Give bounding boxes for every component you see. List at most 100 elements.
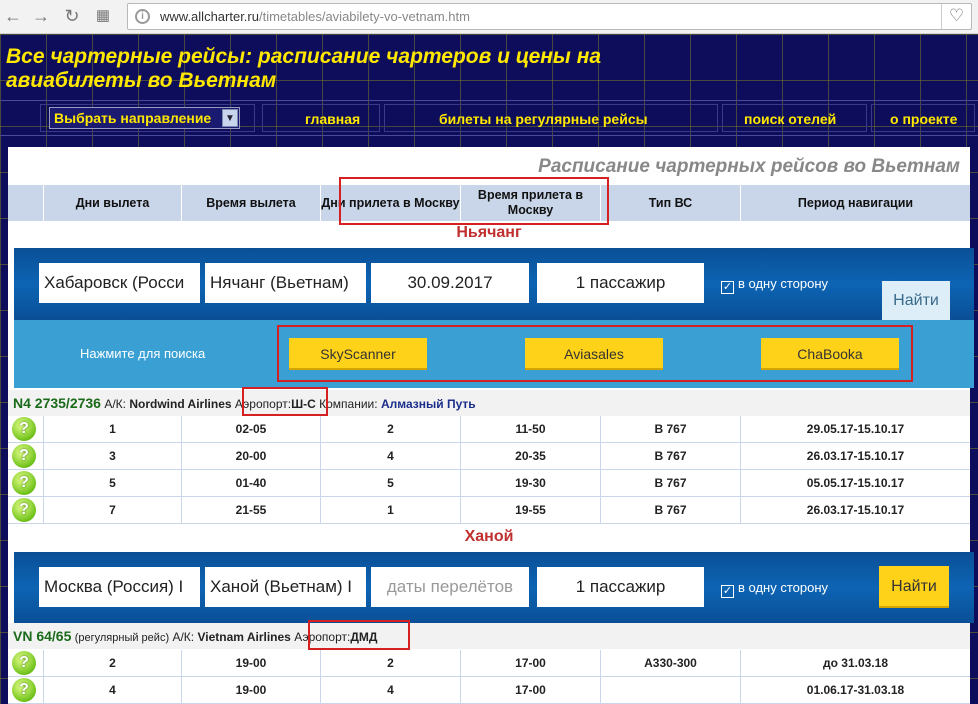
cell-aircraft: A330-300 — [601, 650, 741, 676]
header-aircraft-type: Тип ВС — [601, 185, 741, 221]
cell-period: 05.05.17-15.10.17 — [806, 476, 905, 490]
flight-number: VN 64/65 — [13, 628, 72, 644]
one-way-checkbox[interactable]: ✓ в одну сторону — [721, 276, 828, 294]
url-host: www.allcharter.ru — [160, 9, 259, 24]
cell-arrival-day: 5 — [321, 470, 461, 496]
one-way-checkbox[interactable]: ✓ в одну сторону — [721, 580, 828, 598]
passengers-input[interactable]: 1 пассажир — [537, 263, 704, 303]
cell-period: 26.03.17-15.10.17 — [806, 449, 905, 463]
cell-arrival-time: 19-55 — [461, 497, 601, 523]
origin-input[interactable]: Москва (Россия) I — [39, 567, 200, 607]
row-icon-cell: ? — [8, 416, 44, 442]
checkbox-checked-icon: ✓ — [721, 585, 734, 598]
site-title: Все чартерные рейсы: расписание чартеров… — [6, 45, 602, 92]
find-button[interactable]: Найти — [882, 281, 950, 320]
address-bar[interactable]: i www.allcharter.ru/timetables/aviabilet… — [127, 3, 972, 30]
cell-arrival-time: 17-00 — [461, 650, 601, 676]
browser-toolbar: ← → ↻ ▦ i www.allcharter.ru/timetables/a… — [0, 0, 978, 34]
destination-input[interactable]: Нячанг (Вьетнам) — [205, 263, 366, 303]
one-way-label: в одну сторону — [738, 276, 829, 291]
row-icon-cell: ? — [8, 650, 44, 676]
cell-aircraft: B 767 — [601, 497, 741, 523]
airline-name: Nordwind Airlines — [129, 397, 232, 411]
airline-label: А/К: — [172, 630, 195, 644]
highlight-box — [277, 325, 913, 382]
panel-title: Расписание чартерных рейсов во Вьетнам — [538, 156, 960, 177]
table-row: ? 3 20-00 4 20-35 B 767 26.03.17-15.10.1… — [8, 443, 970, 470]
cell-departure-time: 19-00 — [182, 677, 321, 703]
date-input[interactable]: даты перелётов — [371, 567, 529, 607]
press-to-search-label: Нажмите для поиска — [80, 346, 206, 361]
city-heading: Ханой — [464, 528, 514, 545]
cell-arrival-time: 20-35 — [461, 443, 601, 469]
question-icon[interactable]: ? — [12, 651, 36, 675]
cell-aircraft — [601, 677, 741, 703]
cell-departure-day: 3 — [44, 443, 182, 469]
chevron-down-icon[interactable]: ▼ — [222, 109, 238, 127]
passengers-input[interactable]: 1 пассажир — [537, 567, 704, 607]
cell-period: до 31.03.18 — [823, 656, 888, 670]
question-icon[interactable]: ? — [12, 471, 36, 495]
airline-label: А/К: — [104, 397, 126, 411]
one-way-label: в одну сторону — [738, 580, 829, 595]
cell-period: 29.05.17-15.10.17 — [806, 422, 905, 436]
destination-input[interactable]: Ханой (Вьетнам) I — [205, 567, 366, 607]
nav-home-link[interactable]: главная — [305, 111, 360, 127]
question-icon[interactable]: ? — [12, 444, 36, 468]
flight-note: (регулярный рейс) — [74, 632, 170, 644]
checkbox-checked-icon: ✓ — [721, 281, 734, 294]
question-icon[interactable]: ? — [12, 498, 36, 522]
header-period: Период навигации — [797, 195, 914, 210]
cell-departure-time: 01-40 — [182, 470, 321, 496]
find-button[interactable]: Найти — [879, 566, 949, 608]
nav-about-link[interactable]: о проекте — [890, 111, 957, 127]
airline-name: Vietnam Airlines — [197, 630, 291, 644]
row-icon-cell: ? — [8, 677, 44, 703]
cell-arrival-time: 11-50 — [461, 416, 601, 442]
question-icon[interactable]: ? — [12, 678, 36, 702]
date-input[interactable]: 30.09.2017 — [371, 263, 529, 303]
cell-departure-day: 5 — [44, 470, 182, 496]
cell-period: 26.03.17-15.10.17 — [806, 503, 905, 517]
header-departure-time: Время вылета — [182, 185, 321, 221]
cell-departure-day: 4 — [44, 677, 182, 703]
cell-arrival-time: 19-30 — [461, 470, 601, 496]
direction-select[interactable]: Выбрать направление ▼ — [49, 107, 240, 129]
page-info-icon[interactable]: i — [135, 9, 150, 24]
back-arrow-icon[interactable]: ← — [2, 5, 24, 27]
origin-input[interactable]: Хабаровск (Росси — [39, 263, 200, 303]
heart-icon[interactable]: ♡ — [941, 4, 971, 29]
reload-icon[interactable]: ↻ — [61, 5, 83, 27]
cell-arrival-day: 1 — [321, 497, 461, 523]
url-path: /timetables/aviabilety-vo-vetnam.htm — [258, 9, 470, 24]
cell-departure-day: 2 — [44, 650, 182, 676]
highlight-box — [308, 620, 410, 650]
cell-aircraft: B 767 — [601, 443, 741, 469]
nav-hotels-link[interactable]: поиск отелей — [744, 111, 836, 127]
cell-departure-time: 02-05 — [182, 416, 321, 442]
question-icon[interactable]: ? — [12, 417, 36, 441]
schedule-panel: Расписание чартерных рейсов во Вьетнам Д… — [8, 147, 974, 704]
company-name[interactable]: Алмазный Путь — [381, 397, 476, 411]
cell-arrival-time: 17-00 — [461, 677, 601, 703]
cell-departure-time: 19-00 — [182, 650, 321, 676]
table-row: ? 2 19-00 2 17-00 A330-300 до 31.03.18 — [8, 650, 970, 677]
nav-regular-link[interactable]: билеты на регулярные рейсы — [439, 111, 648, 127]
cell-period: 01.06.17-31.03.18 — [806, 683, 905, 697]
row-icon-cell: ? — [8, 443, 44, 469]
cell-arrival-day: 2 — [321, 650, 461, 676]
cell-arrival-day: 4 — [321, 677, 461, 703]
cell-departure-day: 1 — [44, 416, 182, 442]
city-heading: Ньячанг — [456, 224, 522, 241]
forward-arrow-icon[interactable]: → — [30, 5, 52, 27]
row-icon-cell: ? — [8, 497, 44, 523]
apps-grid-icon[interactable]: ▦ — [92, 5, 114, 27]
highlight-box — [242, 387, 328, 416]
cell-departure-time: 20-00 — [182, 443, 321, 469]
direction-select-label: Выбрать направление — [54, 110, 212, 126]
cell-arrival-day: 4 — [321, 443, 461, 469]
table-row: ? 1 02-05 2 11-50 B 767 29.05.17-15.10.1… — [8, 416, 970, 443]
row-icon-cell: ? — [8, 470, 44, 496]
cell-departure-time: 21-55 — [182, 497, 321, 523]
search-widget: Хабаровск (Росси Нячанг (Вьетнам) 30.09.… — [14, 248, 974, 320]
